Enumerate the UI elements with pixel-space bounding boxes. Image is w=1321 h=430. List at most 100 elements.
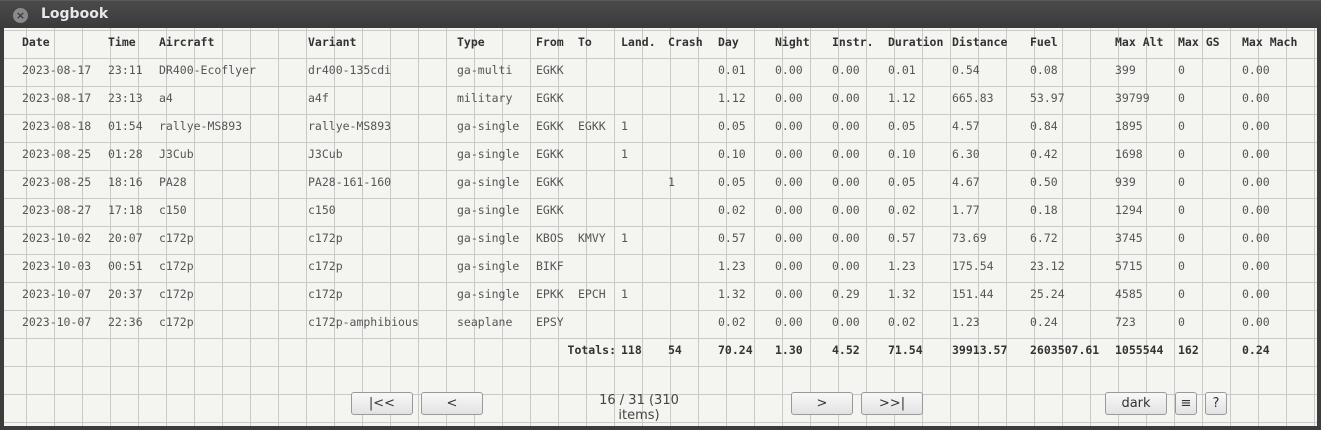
cell-night: 0.00	[775, 63, 803, 77]
cell-instr: 0.29	[832, 287, 860, 301]
cell-max-alt: 723	[1115, 315, 1136, 329]
col-header-time[interactable]: Time	[108, 28, 159, 56]
table-row[interactable]: 2023-08-25 18:16 PA28 PA28-161-160 ga-single…	[4, 168, 1302, 196]
first-page-button[interactable]: |<<	[351, 392, 413, 415]
cell-variant: c172p-amphibious	[308, 315, 419, 329]
cell-max-mach: 0.00	[1242, 315, 1270, 329]
cell-aircraft: c172p	[159, 231, 194, 245]
col-header-to[interactable]: To	[578, 28, 621, 56]
table-row[interactable]: 2023-10-02 20:07 c172p c172p ga-single KBOS KM…	[4, 224, 1302, 252]
cell-max-alt: 939	[1115, 175, 1136, 189]
cell-max-alt: 5715	[1115, 259, 1143, 273]
menu-button[interactable]: ≡	[1175, 392, 1197, 415]
table-row[interactable]: 2023-08-25 01:28 J3Cub J3Cub ga-single EGKK 1 0…	[4, 140, 1302, 168]
cell-max-gs: 0	[1178, 287, 1185, 301]
col-header-type[interactable]: Type	[457, 28, 536, 56]
table-row[interactable]: 2023-10-03 00:51 c172p c172p ga-single BIKF 1.…	[4, 252, 1302, 280]
cell-max-alt: 399	[1115, 63, 1136, 77]
table-row[interactable]: 2023-10-07 22:36 c172p c172p-amphibious seap…	[4, 308, 1302, 336]
cell-time: 23:13	[108, 91, 143, 105]
cell-night: 0.00	[775, 259, 803, 273]
cell-instr: 0.00	[832, 175, 860, 189]
totals-fuel: 2603507.61	[1030, 343, 1100, 357]
cell-max-alt: 1294	[1115, 203, 1143, 217]
header-row: Date Time Aircraft Variant Type From To …	[4, 28, 1302, 56]
cell-time: 20:07	[108, 231, 143, 245]
cell-duration: 0.57	[888, 231, 916, 245]
col-header-aircraft[interactable]: Aircraft	[159, 28, 308, 56]
cell-max-mach: 0.00	[1242, 259, 1270, 273]
col-header-night[interactable]: Night	[775, 28, 832, 56]
totals-instr: 4.52	[832, 343, 860, 357]
cell-time: 01:54	[108, 119, 143, 133]
col-header-instr[interactable]: Instr.	[832, 28, 888, 56]
cell-to: EGKK	[578, 119, 606, 133]
cell-night: 0.00	[775, 231, 803, 245]
col-header-landings[interactable]: Land.	[621, 28, 668, 56]
cell-fuel: 0.42	[1030, 147, 1058, 161]
cell-distance: 6.30	[952, 147, 980, 161]
col-header-max-gs[interactable]: Max GS	[1178, 28, 1242, 56]
window-title: Logbook	[41, 6, 109, 22]
last-page-button[interactable]: >>|	[861, 392, 923, 415]
cell-date: 2023-08-25	[22, 175, 92, 189]
cell-variant: rallye-MS893	[308, 119, 392, 133]
totals-max-alt: 1055544	[1115, 343, 1164, 357]
col-header-day[interactable]: Day	[718, 28, 775, 56]
cell-to	[578, 168, 621, 196]
col-header-duration[interactable]: Duration	[888, 28, 952, 56]
table-row[interactable]: 2023-08-17 23:11 DR400-Ecoflyer dr400-135cd…	[4, 56, 1302, 84]
cell-date: 2023-10-03	[22, 259, 92, 273]
cell-date: 2023-10-07	[22, 315, 92, 329]
cell-aircraft: c172p	[159, 287, 194, 301]
cell-day: 1.12	[718, 91, 746, 105]
cell-day: 1.32	[718, 287, 746, 301]
cell-instr: 0.00	[832, 119, 860, 133]
cell-distance: 175.54	[952, 259, 994, 273]
col-header-distance[interactable]: Distance	[952, 28, 1030, 56]
cell-to: EPCH	[578, 287, 606, 301]
cell-type: military	[457, 91, 513, 105]
col-header-from[interactable]: From	[536, 28, 578, 56]
cell-crash	[668, 252, 718, 280]
help-button[interactable]: ?	[1205, 392, 1227, 415]
cell-time: 23:11	[108, 63, 143, 77]
dark-mode-button[interactable]: dark	[1105, 392, 1167, 415]
next-page-button[interactable]: >	[791, 392, 853, 415]
cell-type: ga-single	[457, 119, 520, 133]
cell-aircraft: DR400-Ecoflyer	[159, 63, 256, 77]
cell-max-gs: 0	[1178, 315, 1185, 329]
cell-from: EGKK	[536, 63, 564, 77]
page-info: 16 / 31 (310 items)	[599, 393, 679, 423]
cell-variant: dr400-135cdi	[308, 63, 392, 77]
cell-max-mach: 0.00	[1242, 203, 1270, 217]
cell-to: KMVY	[578, 231, 606, 245]
table-row[interactable]: 2023-08-17 23:13 a4 a4f military EGKK 1.12 0.00…	[4, 84, 1302, 112]
logbook-window: × Logbook Date Time Aircraft Variant Typ…	[0, 0, 1321, 430]
col-header-fuel[interactable]: Fuel	[1030, 28, 1115, 56]
cell-day: 0.02	[718, 203, 746, 217]
close-icon[interactable]: ×	[13, 8, 28, 23]
col-header-variant[interactable]: Variant	[308, 28, 457, 56]
prev-page-button[interactable]: <	[421, 392, 483, 415]
title-bar[interactable]: × Logbook	[0, 0, 1321, 29]
table-row[interactable]: 2023-10-07 20:37 c172p c172p ga-single EPKK EP…	[4, 280, 1302, 308]
col-header-max-alt[interactable]: Max Alt	[1115, 28, 1178, 56]
table-row[interactable]: 2023-08-27 17:18 c150 c150 ga-single EGKK 0.02…	[4, 196, 1302, 224]
cell-landings	[621, 308, 668, 336]
cell-time: 17:18	[108, 203, 143, 217]
cell-date: 2023-08-18	[22, 119, 92, 133]
cell-distance: 1.23	[952, 315, 980, 329]
cell-distance: 151.44	[952, 287, 994, 301]
col-header-crash[interactable]: Crash	[668, 28, 718, 56]
cell-crash	[668, 224, 718, 252]
table-row[interactable]: 2023-08-18 01:54 rallye-MS893 rallye-MS893 g…	[4, 112, 1302, 140]
cell-type: ga-multi	[457, 63, 513, 77]
cell-variant: c150	[308, 203, 336, 217]
cell-instr: 0.00	[832, 63, 860, 77]
cell-max-gs: 0	[1178, 175, 1185, 189]
cell-type: ga-single	[457, 175, 520, 189]
col-header-max-mach[interactable]: Max Mach	[1242, 28, 1302, 56]
cell-landings: 1	[621, 287, 628, 301]
col-header-date[interactable]: Date	[22, 28, 108, 56]
